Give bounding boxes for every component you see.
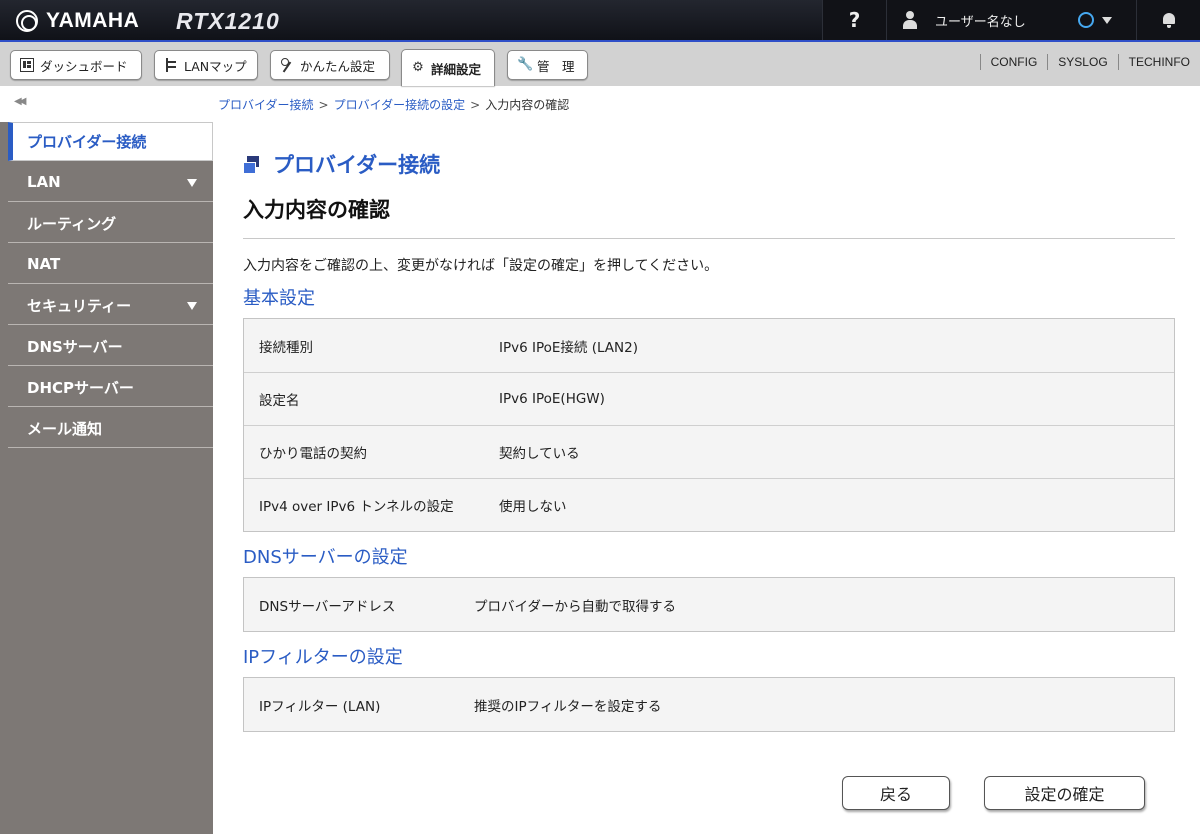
sidebar-item-mail-notify[interactable]: メール通知 — [8, 409, 213, 448]
dns-settings-table: DNSサーバーアドレス プロバイダーから自動で取得する — [243, 577, 1175, 632]
row-value: 契約している — [499, 446, 580, 462]
config-link[interactable]: CONFIG — [979, 54, 1048, 70]
row-label: ひかり電話の契約 — [259, 446, 367, 462]
syslog-link[interactable]: SYSLOG — [1047, 54, 1117, 70]
tab-label: 詳細設定 — [431, 61, 482, 77]
row-value: IPv6 IPoE接続 (LAN2) — [499, 339, 639, 356]
breadcrumb: プロバイダー接続 > プロバイダー接続の設定 > 入力内容の確認 — [218, 96, 569, 113]
page-title-icon — [243, 156, 261, 174]
table-row: ひかり電話の契約 契約している — [244, 425, 1174, 478]
gear-icon: ⚙ — [412, 60, 424, 75]
row-value: 使用しない — [499, 499, 567, 515]
sidebar-header: ◀◀ — [0, 86, 213, 122]
sidebar-item-provider[interactable]: プロバイダー接続 — [8, 122, 213, 161]
section-title-dns: DNSサーバーの設定 — [243, 547, 408, 568]
caret-down-icon — [187, 302, 197, 310]
wrench-icon: 🔧 — [517, 57, 534, 72]
tab-label: ダッシュボード — [40, 58, 128, 74]
sidebar-item-label: ルーティング — [27, 214, 117, 233]
wand-icon — [280, 58, 294, 72]
sidebar-item-label: メール通知 — [27, 419, 103, 438]
tab-dashboard[interactable]: ダッシュボード — [10, 50, 142, 80]
sidebar-item-label: LAN — [27, 173, 61, 191]
row-label: 接続種別 — [259, 339, 313, 356]
tab-label: 管 理 — [537, 58, 575, 74]
divider — [243, 238, 1175, 239]
basic-settings-table: 接続種別 IPv6 IPoE接続 (LAN2) 設定名 IPv6 IPoE(HG… — [243, 318, 1175, 532]
row-value: 推奨のIPフィルターを設定する — [474, 698, 662, 715]
sidebar-item-nat[interactable]: NAT — [8, 245, 213, 284]
help-icon: ? — [848, 8, 861, 32]
table-row: 接続種別 IPv6 IPoE接続 (LAN2) — [244, 319, 1174, 372]
sidebar-item-dns-server[interactable]: DNSサーバー — [8, 327, 213, 366]
breadcrumb-current: 入力内容の確認 — [485, 98, 570, 112]
sidebar-item-routing[interactable]: ルーティング — [8, 204, 213, 243]
collapse-sidebar-icon[interactable]: ◀◀ — [14, 96, 27, 107]
breadcrumb-link-provider[interactable]: プロバイダー接続 — [218, 98, 314, 112]
section-title-basic: 基本設定 — [243, 288, 315, 309]
sidebar-item-label: セキュリティー — [27, 296, 132, 315]
lan-map-icon — [164, 58, 178, 72]
page-title: プロバイダー接続 — [243, 149, 440, 179]
row-label: DNSサーバーアドレス — [259, 598, 396, 615]
table-row: 設定名 IPv6 IPoE(HGW) — [244, 372, 1174, 425]
row-label: IPフィルター (LAN) — [259, 698, 381, 715]
row-value: IPv6 IPoE(HGW) — [499, 391, 605, 407]
sidebar-item-security[interactable]: セキュリティー — [8, 286, 213, 325]
bell-icon — [1162, 12, 1176, 28]
row-label: 設定名 — [259, 393, 300, 409]
utility-links: CONFIG SYSLOG TECHINFO — [979, 54, 1200, 70]
row-label: IPv4 over IPv6 トンネルの設定 — [259, 499, 454, 515]
techinfo-link[interactable]: TECHINFO — [1117, 54, 1200, 70]
main-tab-bar: ダッシュボード LANマップ かんたん設定 ⚙ 詳細設定 🔧 管 理 CONFI… — [0, 42, 1200, 86]
sidebar-item-label: プロバイダー接続 — [27, 133, 147, 151]
caret-down-icon — [187, 179, 197, 187]
sidebar-item-label: NAT — [27, 255, 61, 273]
instruction-text: 入力内容をご確認の上、変更がなければ「設定の確定」を押してください。 — [243, 258, 719, 274]
dashboard-icon — [20, 58, 34, 72]
top-bar: YAMAHA RTX1210 ? ユーザー名なし — [0, 0, 1200, 42]
tab-advanced-settings[interactable]: ⚙ 詳細設定 — [401, 49, 495, 86]
brand-name: YAMAHA — [46, 9, 140, 32]
tab-lan-map[interactable]: LANマップ — [154, 50, 258, 80]
user-icon — [903, 11, 917, 29]
status-ring-icon — [1077, 12, 1094, 28]
table-row: IPv4 over IPv6 トンネルの設定 使用しない — [244, 478, 1174, 531]
confirm-settings-button[interactable]: 設定の確定 — [984, 776, 1145, 810]
breadcrumb-separator: > — [318, 98, 329, 112]
sidebar-item-label: DHCPサーバー — [27, 378, 134, 397]
tab-label: LANマップ — [184, 58, 247, 74]
sidebar: ◀◀ プロバイダー接続 LAN ルーティング NAT セキュリティー DNSサー… — [0, 86, 213, 834]
sidebar-item-lan[interactable]: LAN — [8, 163, 213, 202]
page-subtitle: 入力内容の確認 — [243, 198, 390, 222]
tab-easy-setup[interactable]: かんたん設定 — [270, 50, 390, 80]
breadcrumb-link-provider-settings[interactable]: プロバイダー接続の設定 — [334, 98, 466, 112]
section-title-ip-filter: IPフィルターの設定 — [243, 647, 403, 668]
table-row: DNSサーバーアドレス プロバイダーから自動で取得する — [244, 578, 1174, 631]
yamaha-tuning-fork-icon — [16, 10, 38, 32]
model-name: RTX1210 — [176, 8, 280, 34]
ip-filter-settings-table: IPフィルター (LAN) 推奨のIPフィルターを設定する — [243, 677, 1175, 732]
help-button[interactable]: ? — [822, 0, 886, 40]
breadcrumb-separator: > — [470, 98, 481, 112]
back-button[interactable]: 戻る — [842, 776, 950, 810]
chevron-down-icon — [1101, 16, 1112, 24]
sidebar-item-label: DNSサーバー — [27, 337, 123, 356]
header-tools: ? ユーザー名なし — [822, 0, 1200, 40]
row-value: プロバイダーから自動で取得する — [474, 598, 676, 615]
table-row: IPフィルター (LAN) 推奨のIPフィルターを設定する — [244, 678, 1174, 731]
page-title-text: プロバイダー接続 — [273, 153, 441, 177]
user-menu[interactable]: ユーザー名なし — [886, 0, 1136, 40]
sidebar-item-dhcp-server[interactable]: DHCPサーバー — [8, 368, 213, 407]
notification-button[interactable] — [1136, 0, 1200, 40]
user-name: ユーザー名なし — [935, 14, 1026, 30]
tab-label: かんたん設定 — [300, 58, 376, 74]
tab-management[interactable]: 🔧 管 理 — [507, 50, 588, 80]
brand-logo[interactable]: YAMAHA — [16, 9, 139, 33]
